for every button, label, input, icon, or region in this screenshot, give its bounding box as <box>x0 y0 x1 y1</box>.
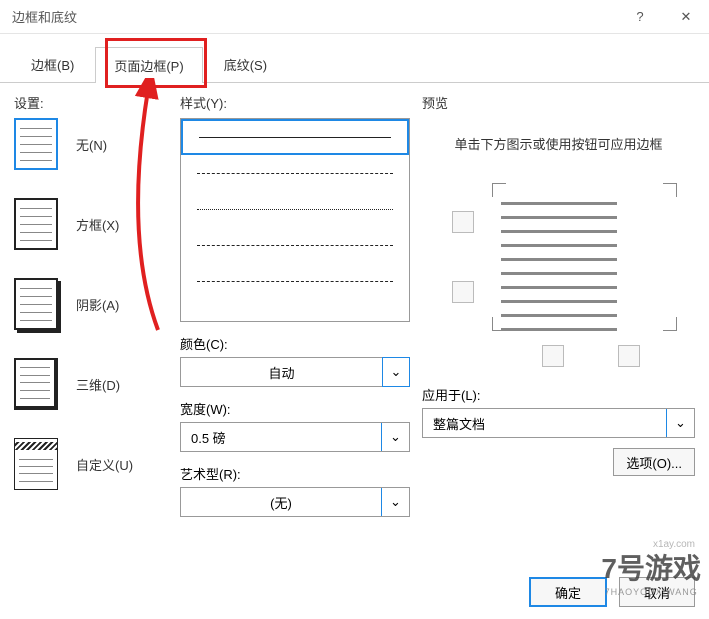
chevron-down-icon: ⌄ <box>666 409 694 437</box>
edge-top-button[interactable] <box>452 211 474 233</box>
preview-area <box>422 171 695 361</box>
style-list[interactable] <box>180 118 410 322</box>
settings-label: 设置: <box>14 93 174 112</box>
art-dropdown[interactable]: (无) ⌄ <box>180 487 410 517</box>
art-label: 艺术型(R): <box>180 464 410 483</box>
chevron-down-icon: ⌄ <box>382 357 410 387</box>
apply-label: 应用于(L): <box>422 385 695 404</box>
setting-shadow[interactable]: 阴影(A) <box>14 278 174 330</box>
chevron-down-icon: ⌄ <box>381 488 409 516</box>
width-label: 宽度(W): <box>180 399 410 418</box>
edge-right-button[interactable] <box>618 345 640 367</box>
color-dropdown[interactable]: 自动 ⌄ <box>180 357 410 387</box>
tab-shading[interactable]: 底纹(S) <box>205 46 286 82</box>
tab-border[interactable]: 边框(B) <box>12 46 93 82</box>
dialog-title: 边框和底纹 <box>0 7 617 26</box>
ok-button[interactable]: 确定 <box>529 577 607 607</box>
chevron-down-icon: ⌄ <box>381 423 409 451</box>
options-button[interactable]: 选项(O)... <box>613 448 695 476</box>
tab-page-border[interactable]: 页面边框(P) <box>95 47 202 83</box>
close-button[interactable]: ✕ <box>663 0 709 34</box>
preview-hint: 单击下方图示或使用按钮可应用边框 <box>428 134 689 153</box>
apply-dropdown[interactable]: 整篇文档 ⌄ <box>422 408 695 438</box>
edge-bottom-button[interactable] <box>452 281 474 303</box>
preview-label: 预览 <box>422 93 695 112</box>
cancel-button[interactable]: 取消 <box>619 577 695 607</box>
style-label: 样式(Y): <box>180 93 410 112</box>
setting-box[interactable]: 方框(X) <box>14 198 174 250</box>
width-dropdown[interactable]: 0.5 磅 ⌄ <box>180 422 410 452</box>
color-label: 颜色(C): <box>180 334 410 353</box>
setting-3d[interactable]: 三维(D) <box>14 358 174 410</box>
edge-left-button[interactable] <box>542 345 564 367</box>
setting-custom[interactable]: 自定义(U) <box>14 438 174 490</box>
setting-none[interactable]: 无(N) <box>14 118 174 170</box>
help-button[interactable]: ? <box>617 0 663 34</box>
